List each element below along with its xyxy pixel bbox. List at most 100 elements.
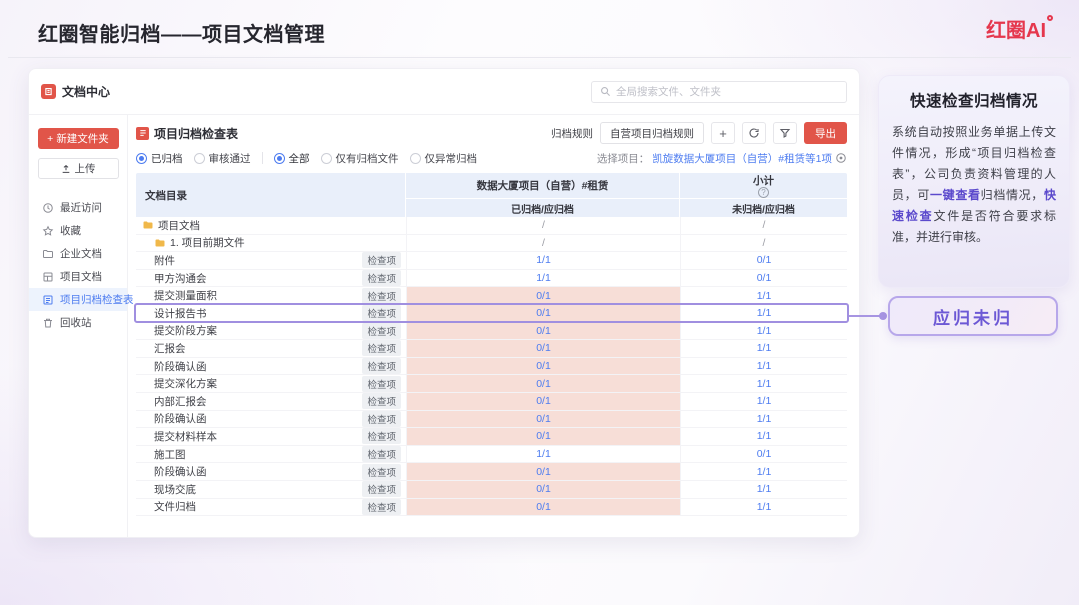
- global-search[interactable]: [591, 81, 847, 103]
- table-row[interactable]: 阶段确认函检查项0/11/1: [136, 358, 847, 376]
- row-name: 施工图: [154, 447, 186, 462]
- unarchived-cell: 1/1: [680, 428, 847, 445]
- table-row[interactable]: 项目文档//: [136, 217, 847, 235]
- sidebar-item-最近访问[interactable]: 最近访问: [29, 196, 127, 219]
- upload-icon: [61, 164, 71, 174]
- unarchived-cell: /: [680, 235, 847, 252]
- unarchived-cell: 1/1: [680, 411, 847, 428]
- export-button[interactable]: 导出: [804, 122, 847, 144]
- archived-cell: 0/1: [406, 305, 680, 322]
- unarchived-cell: 1/1: [680, 305, 847, 322]
- row-name: 提交测量面积: [154, 288, 217, 303]
- filter-radio-仅异常归档[interactable]: 仅异常归档: [410, 151, 478, 166]
- archived-cell: 1/1: [406, 252, 680, 269]
- filter-radio-审核通过[interactable]: 审核通过: [194, 151, 251, 166]
- window-header: 文档中心: [29, 69, 859, 115]
- sidebar-item-回收站[interactable]: 回收站: [29, 311, 127, 334]
- star-icon: [42, 225, 54, 237]
- archived-cell: 0/1: [406, 428, 680, 445]
- archive-check-table: 文档目录 数据大厦项目（自营）#租赁 小计 ? 已归档/应归档 未归档/应归档: [136, 173, 847, 516]
- col-header-project: 数据大厦项目（自营）#租赁: [406, 173, 680, 198]
- archived-cell: 1/1: [406, 270, 680, 287]
- filter-radio-全部[interactable]: 全部: [274, 151, 310, 166]
- sidebar-item-企业文档[interactable]: 企业文档: [29, 242, 127, 265]
- archived-cell: 0/1: [406, 323, 680, 340]
- main-content: 项目归档检查表 归档规则 自营项目归档规则 + 导出 已归档审核通过全部仅有归档: [128, 115, 860, 538]
- selection-value[interactable]: 凯旋数据大厦项目（自营）#租赁等1项: [652, 151, 832, 166]
- table-row[interactable]: 提交测量面积检查项0/11/1: [136, 287, 847, 305]
- table-row[interactable]: 提交阶段方案检查项0/11/1: [136, 323, 847, 341]
- row-name: 提交深化方案: [154, 376, 217, 391]
- table-row[interactable]: 甲方沟通会检查项1/10/1: [136, 270, 847, 288]
- section-title: 项目归档检查表: [136, 125, 238, 142]
- filter-group: 已归档审核通过 全部仅有归档文件仅异常归档: [136, 151, 477, 166]
- archived-cell: 0/1: [406, 375, 680, 392]
- table-row[interactable]: 现场交底检查项0/11/1: [136, 481, 847, 499]
- row-name: 甲方沟通会: [154, 271, 207, 286]
- row-name: 提交阶段方案: [154, 323, 217, 338]
- col-subheader-unarchived: 未归档/应归档: [680, 199, 847, 217]
- archived-cell: 0/1: [406, 287, 680, 304]
- table-row[interactable]: 汇报会检查项0/11/1: [136, 340, 847, 358]
- new-folder-button[interactable]: + 新建文件夹: [38, 128, 119, 149]
- checklist-page-icon: [136, 127, 149, 140]
- table-row[interactable]: 1. 项目前期文件//: [136, 235, 847, 253]
- upload-button[interactable]: 上传: [38, 158, 119, 179]
- row-name: 内部汇报会: [154, 394, 207, 409]
- toolbar: 归档规则 自营项目归档规则 + 导出: [551, 122, 847, 144]
- plus-icon: +: [47, 133, 53, 145]
- filter-divider: [262, 152, 263, 164]
- sidebar: + 新建文件夹 上传 最近访问收藏企业文档项目文档项目归档检查表回收站: [29, 115, 128, 538]
- folder-icon: [142, 219, 154, 231]
- refresh-button[interactable]: [742, 122, 766, 144]
- unarchived-cell: 1/1: [680, 358, 847, 375]
- archive-rule-select[interactable]: 自营项目归档规则: [600, 122, 704, 144]
- sidebar-item-收藏[interactable]: 收藏: [29, 219, 127, 242]
- check-item-tag: 检查项: [362, 464, 401, 480]
- table-row[interactable]: 附件检查项1/10/1: [136, 252, 847, 270]
- table-body: 项目文档//1. 项目前期文件//附件检查项1/10/1甲方沟通会检查项1/10…: [136, 217, 847, 516]
- table-row[interactable]: 设计报告书检查项0/11/1: [136, 305, 847, 323]
- help-icon[interactable]: ?: [758, 187, 769, 198]
- row-name: 阶段确认函: [154, 464, 207, 479]
- unarchived-cell: 0/1: [680, 446, 847, 463]
- archive-rule-label: 归档规则: [551, 126, 593, 141]
- add-rule-button[interactable]: +: [711, 122, 735, 144]
- row-name: 现场交底: [154, 482, 196, 497]
- table-row[interactable]: 阶段确认函检查项0/11/1: [136, 411, 847, 429]
- row-name: 文件归档: [154, 499, 196, 514]
- filter-button[interactable]: [773, 122, 797, 144]
- panel-text: 归档情况，: [981, 188, 1044, 202]
- table-row[interactable]: 提交深化方案检查项0/11/1: [136, 375, 847, 393]
- check-item-tag: 检查项: [362, 499, 401, 515]
- archived-cell: 0/1: [406, 481, 680, 498]
- table-row[interactable]: 施工图检查项1/10/1: [136, 446, 847, 464]
- header-divider: [8, 57, 1071, 58]
- logo-degree-mark: [1047, 15, 1053, 21]
- archived-cell: 0/1: [406, 393, 680, 410]
- table-row[interactable]: 提交材料样本检查项0/11/1: [136, 428, 847, 446]
- panel-title: 快速检查归档情况: [879, 89, 1069, 111]
- row-name: 阶段确认函: [154, 411, 207, 426]
- search-input[interactable]: [616, 86, 838, 98]
- sidebar-item-项目文档[interactable]: 项目文档: [29, 265, 127, 288]
- col-header-directory: 文档目录: [136, 173, 406, 217]
- filter-radio-仅有归档文件[interactable]: 仅有归档文件: [321, 151, 399, 166]
- table-row[interactable]: 文件归档检查项0/11/1: [136, 499, 847, 517]
- check-item-tag: 检查项: [362, 323, 401, 339]
- sidebar-item-label: 企业文档: [60, 246, 102, 261]
- table-row[interactable]: 内部汇报会检查项0/11/1: [136, 393, 847, 411]
- filter-radio-已归档[interactable]: 已归档: [136, 151, 183, 166]
- sidebar-item-项目归档检查表[interactable]: 项目归档检查表: [29, 288, 127, 311]
- sidebar-item-label: 项目归档检查表: [60, 292, 134, 307]
- sidebar-item-label: 项目文档: [60, 269, 102, 284]
- brand-logo: 红圈AI: [986, 14, 1053, 43]
- row-name: 设计报告书: [154, 306, 207, 321]
- check-item-tag: 检查项: [362, 393, 401, 409]
- archived-cell: 0/1: [406, 358, 680, 375]
- folder-icon: [42, 248, 54, 260]
- switch-project-icon[interactable]: [835, 152, 847, 164]
- table-row[interactable]: 阶段确认函检查项0/11/1: [136, 463, 847, 481]
- app-window: 文档中心 + 新建文件夹 上传 最近访问收藏企业文档项目文档项目归档检查表回收站: [28, 68, 860, 538]
- project-selection: 选择项目： 凯旋数据大厦项目（自营）#租赁等1项: [597, 151, 847, 166]
